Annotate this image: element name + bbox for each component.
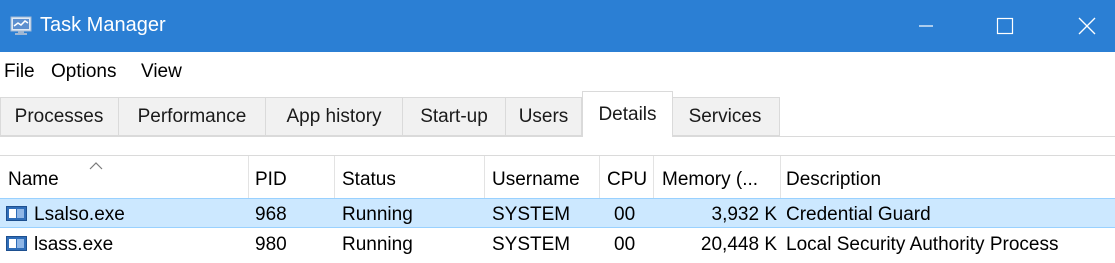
cell-pid: 980 bbox=[255, 234, 287, 255]
cell-description: Credential Guard bbox=[786, 204, 931, 225]
column-separator[interactable] bbox=[780, 156, 781, 198]
process-icon bbox=[6, 206, 27, 221]
tab-users[interactable]: Users bbox=[506, 97, 582, 136]
tab-services[interactable]: Services bbox=[673, 97, 777, 136]
column-header-name[interactable]: Name bbox=[8, 168, 59, 192]
column-header-status[interactable]: Status bbox=[342, 168, 396, 192]
cell-pid: 968 bbox=[255, 204, 287, 225]
cell-name: lsass.exe bbox=[34, 234, 114, 255]
tab-start-up[interactable]: Start-up bbox=[403, 97, 506, 136]
cell-status: Running bbox=[342, 234, 413, 255]
maximize-button[interactable] bbox=[976, 0, 1034, 52]
cell-cpu: 00 bbox=[614, 204, 636, 225]
cell-description: Local Security Authority Process bbox=[786, 234, 1059, 255]
details-table: Name PID Status Username CPU Memory (...… bbox=[0, 155, 1115, 263]
column-separator[interactable] bbox=[248, 156, 249, 198]
tab-divider bbox=[0, 136, 1115, 137]
close-button[interactable] bbox=[1057, 0, 1115, 52]
column-separator[interactable] bbox=[334, 156, 335, 198]
close-icon bbox=[1078, 17, 1096, 35]
tab-strip: Processes Performance App history Start-… bbox=[0, 91, 1115, 143]
menu-file[interactable]: File bbox=[4, 61, 35, 83]
cell-username: SYSTEM bbox=[492, 234, 571, 255]
column-header-pid[interactable]: PID bbox=[255, 168, 287, 192]
window-title: Task Manager bbox=[40, 14, 166, 36]
process-icon bbox=[6, 236, 27, 251]
cell-status: Running bbox=[342, 204, 413, 225]
table-row[interactable]: lsass.exe 980 Running SYSTEM 00 20,448 K… bbox=[0, 229, 1115, 259]
column-header-username[interactable]: Username bbox=[492, 168, 580, 192]
cell-memory: 20,448 K bbox=[700, 234, 777, 255]
minimize-button[interactable] bbox=[897, 0, 955, 52]
cell-cpu: 00 bbox=[614, 234, 636, 255]
column-header-memory[interactable]: Memory (... bbox=[662, 168, 758, 192]
task-manager-icon bbox=[10, 16, 32, 35]
cell-name: Lsalso.exe bbox=[34, 204, 125, 225]
column-header-description[interactable]: Description bbox=[786, 168, 881, 192]
cell-memory: 3,932 K bbox=[711, 204, 778, 225]
menu-view[interactable]: View bbox=[141, 61, 182, 83]
column-separator[interactable] bbox=[653, 156, 654, 198]
tab-processes[interactable]: Processes bbox=[0, 97, 119, 136]
minimize-icon bbox=[919, 25, 933, 27]
menu-bar: File Options View bbox=[0, 52, 1115, 90]
column-header-cpu[interactable]: CPU bbox=[607, 168, 647, 192]
table-row[interactable]: Lsalso.exe 968 Running SYSTEM 00 3,932 K… bbox=[0, 198, 1115, 228]
table-header: Name PID Status Username CPU Memory (...… bbox=[0, 155, 1115, 198]
cell-username: SYSTEM bbox=[492, 204, 571, 225]
tab-performance[interactable]: Performance bbox=[119, 97, 266, 136]
column-separator[interactable] bbox=[484, 156, 485, 198]
menu-options[interactable]: Options bbox=[51, 61, 116, 83]
title-bar[interactable]: Task Manager bbox=[0, 0, 1115, 52]
column-separator[interactable] bbox=[599, 156, 600, 198]
sort-ascending-icon[interactable] bbox=[89, 162, 103, 170]
tab-app-history[interactable]: App history bbox=[266, 97, 403, 136]
maximize-icon bbox=[996, 17, 1014, 35]
tab-details[interactable]: Details bbox=[582, 91, 673, 137]
